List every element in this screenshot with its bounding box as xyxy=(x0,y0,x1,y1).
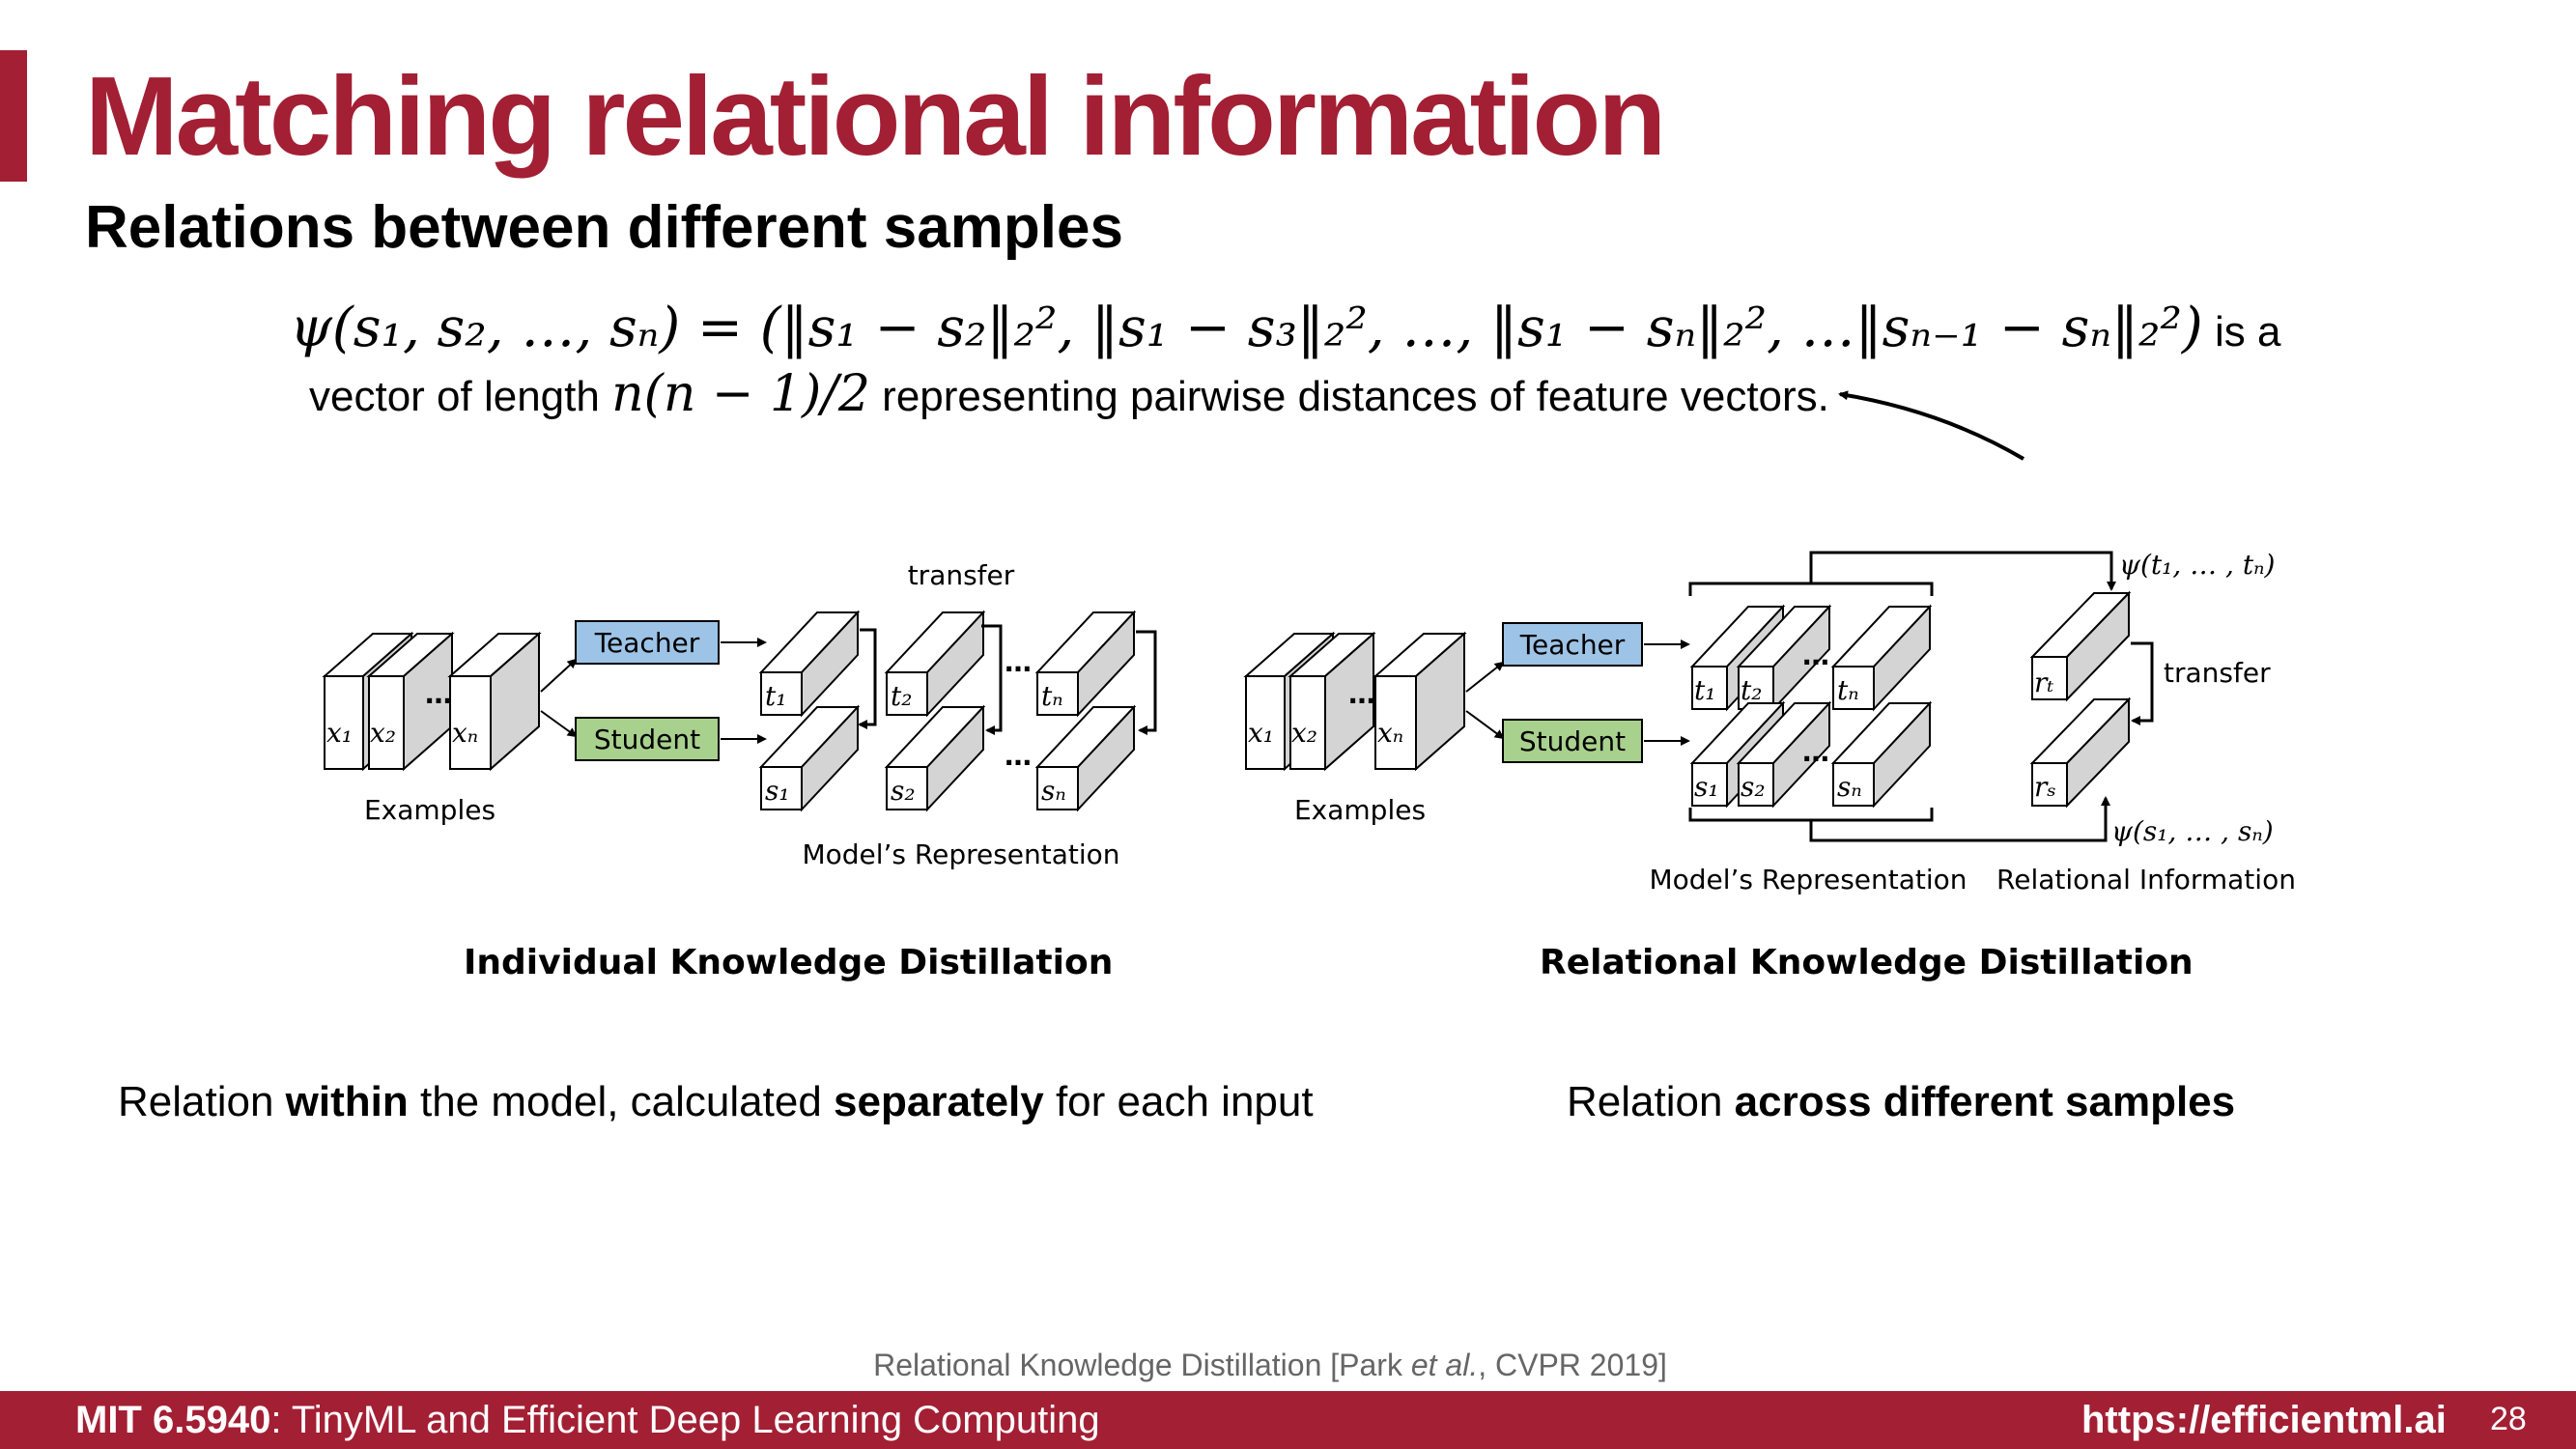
left-teacher-output-label-1: t₁ xyxy=(765,680,786,712)
right-student-label: Student xyxy=(1519,725,1626,757)
left-student-output-label-1: s₁ xyxy=(765,775,790,807)
citation: Relational Knowledge Distillation [Park … xyxy=(0,1348,2540,1383)
left-transfer-label: transfer xyxy=(908,559,1015,591)
left-input-block-n xyxy=(447,631,542,772)
left-student-label: Student xyxy=(594,724,700,755)
left-diagram-caption: Individual Knowledge Distillation xyxy=(464,943,1114,982)
right-input-ellipsis: … xyxy=(1348,678,1375,710)
left-transfer-bracket-1 xyxy=(858,628,877,729)
right-examples-label: Examples xyxy=(1294,794,1426,826)
distillation-diagrams: x₁ x₂ xₙ … Teacher Student t₁ t₂ tₙ … s₁… xyxy=(322,390,2296,895)
left-student-ellipsis: … xyxy=(1005,740,1032,772)
left-relation-mid: the model, calculated xyxy=(408,1078,835,1125)
left-teacher-output-label-n: tₙ xyxy=(1041,680,1063,712)
right-student-output-label-n: sₙ xyxy=(1837,771,1862,803)
right-transfer-label: transfer xyxy=(2164,657,2271,689)
citation-etal: et al. xyxy=(1410,1348,1479,1382)
right-teacher-output-label-1: t₁ xyxy=(1694,674,1715,706)
left-teacher-label: Teacher xyxy=(594,627,700,659)
footer-url-link[interactable]: https://efficientml.ai xyxy=(2081,1399,2447,1442)
right-relational-transfer-bracket xyxy=(2131,641,2154,725)
right-teacher-ellipsis: … xyxy=(1802,639,1829,671)
left-relation-pre: Relation xyxy=(118,1078,286,1125)
left-teacher-ellipsis: … xyxy=(1005,646,1032,678)
left-transfer-bracket-n xyxy=(1136,630,1157,735)
left-examples-label: Examples xyxy=(364,794,495,826)
left-input-label-n: xₙ xyxy=(452,717,478,749)
footer-course-code: MIT 6.5940 xyxy=(75,1399,271,1441)
right-input-label-n: xₙ xyxy=(1377,717,1403,749)
right-input-block-n xyxy=(1373,631,1467,772)
left-relation-post: for each input xyxy=(1043,1078,1314,1125)
right-relation-text: Relation across different samples xyxy=(1567,1078,2235,1126)
right-arrow-to-teacher xyxy=(1465,661,1505,693)
right-diagram-caption: Relational Knowledge Distillation xyxy=(1540,943,2194,982)
right-relation-bold: across different samples xyxy=(1734,1078,2236,1125)
left-teacher-output-label-2: t₂ xyxy=(891,680,912,712)
left-arrow-to-student xyxy=(540,710,578,738)
right-student-group-bracket xyxy=(1688,808,1934,822)
footer-course-title: : TinyML and Efficient Deep Learning Com… xyxy=(270,1399,1100,1441)
right-teacher-output-label-n: tₙ xyxy=(1837,674,1859,706)
left-input-ellipsis: … xyxy=(425,678,452,710)
right-student-ellipsis: … xyxy=(1802,736,1829,768)
right-teacher-label: Teacher xyxy=(1519,629,1626,661)
left-input-label-1: x₁ xyxy=(326,717,353,749)
right-student-output-label-1: s₁ xyxy=(1694,771,1719,803)
left-diagram: x₁ x₂ xₙ … Teacher Student t₁ t₂ tₙ … s₁… xyxy=(322,559,1157,870)
left-representation-label: Model’s Representation xyxy=(802,838,1119,870)
right-diagram: x₁ x₂ xₙ … Teacher Student t₁ t₂ tₙ … s₁… xyxy=(1243,549,2296,895)
footer-course: MIT 6.5940: TinyML and Efficient Deep Le… xyxy=(75,1399,1100,1442)
right-representation-label: Model’s Representation xyxy=(1649,864,1967,895)
right-rt-label: rₜ xyxy=(2034,667,2053,698)
footer-bar: MIT 6.5940: TinyML and Efficient Deep Le… xyxy=(0,1391,2576,1449)
left-input-label-2: x₂ xyxy=(370,717,396,749)
right-relational-label: Relational Information xyxy=(1996,864,2296,895)
right-psi-s-label: ψ(s₁, … , sₙ) xyxy=(2111,815,2274,847)
formula-pointer-arrow xyxy=(1838,390,2025,461)
left-relation-text: Relation within the model, calculated se… xyxy=(118,1078,1314,1126)
left-arrow-to-teacher xyxy=(540,658,578,693)
left-relation-bold-separately: separately xyxy=(834,1078,1044,1125)
right-teacher-group-bracket xyxy=(1688,582,1934,596)
footer-page-number: 28 xyxy=(2490,1401,2527,1437)
left-student-output-label-n: sₙ xyxy=(1041,775,1066,807)
right-input-label-2: x₂ xyxy=(1291,717,1317,749)
right-relation-pre: Relation xyxy=(1567,1078,1735,1125)
left-relation-bold-within: within xyxy=(285,1078,409,1125)
right-psi-t-label: ψ(t₁, … , tₙ) xyxy=(2119,549,2275,581)
left-student-output-label-2: s₂ xyxy=(891,775,916,807)
right-input-label-1: x₁ xyxy=(1248,717,1274,749)
citation-pre: Relational Knowledge Distillation [Park xyxy=(873,1348,1411,1382)
right-student-output-label-2: s₂ xyxy=(1741,771,1766,803)
citation-post: , CVPR 2019] xyxy=(1478,1348,1667,1382)
right-rs-label: rₛ xyxy=(2034,771,2056,803)
right-teacher-output-label-2: t₂ xyxy=(1741,674,1762,706)
right-arrow-to-student xyxy=(1465,710,1505,740)
